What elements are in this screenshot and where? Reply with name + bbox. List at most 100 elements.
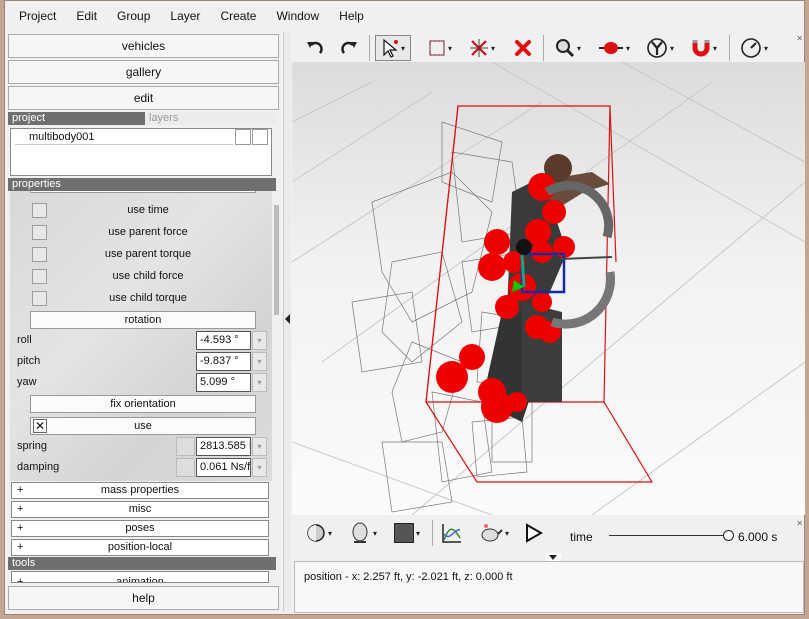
redo-button[interactable] bbox=[337, 35, 361, 61]
shading-mode-button[interactable]: ▾ bbox=[301, 520, 337, 546]
select-tool-button[interactable]: ▾ bbox=[375, 35, 411, 61]
use-child-force-checkbox[interactable] bbox=[32, 269, 47, 284]
section-misc[interactable]: misc + bbox=[11, 501, 269, 518]
section-poses-label: poses bbox=[125, 522, 155, 534]
color-button[interactable]: ▾ bbox=[389, 520, 425, 546]
y-axis-button[interactable]: ▾ bbox=[641, 35, 679, 61]
color-swatch-icon bbox=[393, 523, 414, 543]
damping-label: damping bbox=[17, 461, 60, 473]
magnet-button[interactable]: ▾ bbox=[685, 35, 723, 61]
spring-field[interactable]: 2813.585 N bbox=[196, 437, 251, 456]
gallery-button[interactable]: gallery bbox=[8, 60, 279, 84]
use-parent-force-label: use parent force bbox=[108, 226, 188, 238]
time-slider-track[interactable] bbox=[609, 530, 734, 541]
project-item-label: multibody001 bbox=[29, 131, 95, 143]
help-button[interactable]: help bbox=[8, 586, 279, 610]
menu-window[interactable]: Window bbox=[266, 5, 329, 27]
properties-scroll-thumb[interactable] bbox=[274, 205, 279, 315]
toolbar-close-icon[interactable]: ✕ bbox=[796, 34, 803, 43]
yaw-label: yaw bbox=[17, 376, 37, 388]
graph-curve-icon bbox=[442, 524, 461, 543]
delete-button[interactable] bbox=[511, 35, 535, 61]
undo-button[interactable] bbox=[303, 35, 327, 61]
spring-keyframe[interactable] bbox=[176, 437, 195, 456]
menu-create[interactable]: Create bbox=[210, 5, 266, 27]
yaw-field[interactable]: 5.099 ° bbox=[196, 373, 251, 392]
properties-header: properties bbox=[8, 178, 276, 191]
pitch-field[interactable]: -9.837 ° bbox=[196, 352, 251, 371]
menu-help[interactable]: Help bbox=[329, 5, 374, 27]
section-position-local-label: position-local bbox=[107, 541, 173, 553]
playback-bar: ▾ ▾ ▾ ▾ time 6.000 s ✕ bbox=[293, 517, 805, 563]
section-misc-label: misc bbox=[128, 503, 152, 515]
bar-close-icon[interactable]: ✕ bbox=[796, 519, 803, 528]
section-animation[interactable]: animation + bbox=[11, 571, 269, 583]
delete-x-icon bbox=[515, 40, 531, 56]
gauge-button[interactable]: ▾ bbox=[735, 35, 773, 61]
yaw-spinner[interactable]: ▾ bbox=[252, 373, 267, 392]
project-item-toggle-2[interactable] bbox=[252, 129, 268, 145]
project-tab[interactable]: project bbox=[12, 112, 45, 124]
menu-edit[interactable]: Edit bbox=[66, 5, 107, 27]
3d-viewport[interactable] bbox=[292, 62, 805, 515]
edit-button[interactable]: edit bbox=[8, 86, 279, 110]
section-position-local[interactable]: position-local + bbox=[11, 539, 269, 556]
use-parent-torque-checkbox[interactable] bbox=[32, 247, 47, 262]
joint-icon bbox=[598, 42, 623, 54]
roll-field[interactable]: -4.593 ° bbox=[196, 331, 251, 350]
y-axis-icon bbox=[647, 38, 667, 58]
use-child-torque-label: use child torque bbox=[109, 292, 187, 304]
section-mass-properties-label: mass properties bbox=[100, 484, 180, 496]
use-parent-force-checkbox[interactable] bbox=[32, 225, 47, 240]
pitch-label: pitch bbox=[17, 355, 41, 367]
project-list: multibody001 bbox=[10, 128, 272, 176]
panel-splitter[interactable] bbox=[283, 32, 291, 612]
time-value: 6.000 s bbox=[738, 530, 778, 544]
use-toggle[interactable]: ✕ use bbox=[30, 417, 256, 435]
rotation-button[interactable]: rotation bbox=[30, 311, 256, 329]
zoom-button[interactable]: ▾ bbox=[551, 35, 585, 61]
damping-field[interactable]: 0.061 Ns/ft bbox=[196, 458, 251, 477]
menu-group[interactable]: Group bbox=[107, 5, 160, 27]
menu-layer[interactable]: Layer bbox=[160, 5, 210, 27]
joint-button[interactable]: ▾ bbox=[595, 35, 633, 61]
section-poses[interactable]: poses + bbox=[11, 520, 269, 537]
transform-tool-button[interactable]: ▾ bbox=[465, 35, 499, 61]
roll-spinner[interactable]: ▾ bbox=[252, 331, 267, 350]
use-child-torque-checkbox[interactable] bbox=[32, 291, 47, 306]
graph-button[interactable] bbox=[439, 520, 465, 546]
project-item[interactable]: multibody001 bbox=[15, 129, 233, 145]
character-view-button[interactable]: ▾ bbox=[345, 520, 381, 546]
damping-spinner[interactable]: ▾ bbox=[252, 458, 267, 477]
cursor-arrow-icon bbox=[383, 38, 398, 58]
magnet-icon bbox=[692, 40, 710, 57]
expand-icon: + bbox=[17, 522, 24, 534]
teapot-button[interactable]: ▾ bbox=[473, 520, 513, 546]
box-select-button[interactable]: ▾ bbox=[423, 35, 457, 61]
use-time-checkbox[interactable] bbox=[32, 203, 47, 218]
pitch-spinner[interactable]: ▾ bbox=[252, 352, 267, 371]
spring-spinner[interactable]: ▾ bbox=[252, 437, 267, 456]
properties-scrollbar[interactable] bbox=[273, 191, 280, 481]
project-item-toggle-1[interactable] bbox=[235, 129, 251, 145]
fix-orientation-button[interactable]: fix orientation bbox=[30, 395, 256, 413]
collapse-left-icon[interactable] bbox=[285, 314, 290, 324]
properties-top-button[interactable] bbox=[30, 191, 256, 193]
expand-icon: + bbox=[17, 503, 24, 515]
shading-sphere-icon bbox=[307, 524, 325, 542]
vehicles-button[interactable]: vehicles bbox=[8, 34, 279, 58]
section-animation-label: animation bbox=[116, 576, 164, 583]
tools-header: tools bbox=[8, 557, 276, 570]
damping-keyframe[interactable] bbox=[176, 458, 195, 477]
gauge-icon bbox=[741, 38, 761, 58]
layers-tab[interactable]: layers bbox=[145, 112, 276, 125]
time-slider-knob[interactable] bbox=[723, 530, 734, 541]
menu-bar: Project Edit Group Layer Create Window H… bbox=[5, 5, 804, 27]
use-checkbox[interactable]: ✕ bbox=[33, 419, 47, 433]
play-button[interactable] bbox=[521, 520, 545, 546]
section-mass-properties[interactable]: mass properties + bbox=[11, 482, 269, 499]
menu-project[interactable]: Project bbox=[9, 5, 66, 27]
properties-panel: use time use parent force use parent tor… bbox=[10, 191, 272, 481]
use-parent-torque-label: use parent torque bbox=[104, 248, 192, 260]
magnifier-icon bbox=[555, 39, 575, 58]
